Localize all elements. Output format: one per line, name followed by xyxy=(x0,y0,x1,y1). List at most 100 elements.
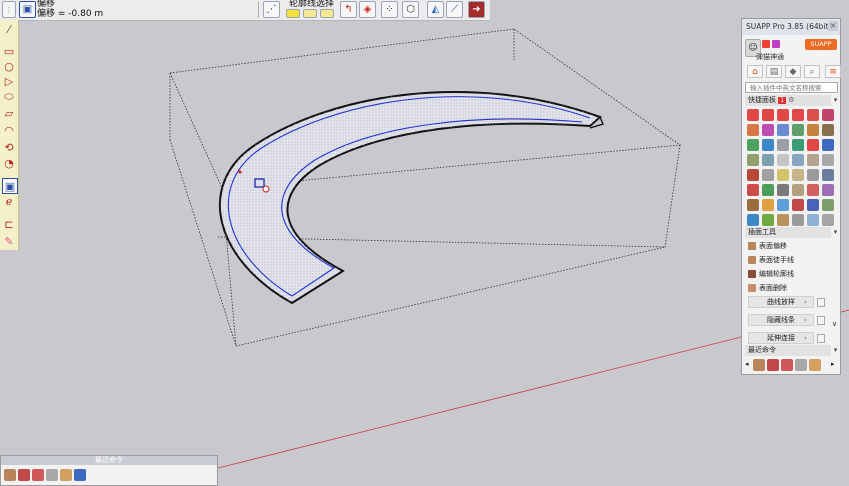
triangle-tool-icon[interactable]: ▷ xyxy=(2,74,16,88)
plugin-icon[interactable] xyxy=(777,139,789,151)
plugin-icon[interactable] xyxy=(747,154,759,166)
line-draw-icon[interactable]: ⟋ xyxy=(446,1,463,18)
plugin-icon[interactable] xyxy=(807,109,819,121)
menu-tab-icon[interactable]: ≡ xyxy=(825,65,841,78)
plugin-icon[interactable] xyxy=(777,154,789,166)
recent-command-icon[interactable] xyxy=(32,469,44,481)
plugin-icon[interactable] xyxy=(762,154,774,166)
search-tab-icon[interactable]: ⌕ xyxy=(804,65,820,78)
list-item[interactable]: 表面徒手线 xyxy=(748,254,794,266)
grip-icon[interactable]: ⋮ xyxy=(2,1,16,18)
triangle-face-icon[interactable]: ◭ xyxy=(427,1,444,18)
list-item[interactable]: 表面删除 xyxy=(748,282,787,294)
plugin-icon[interactable] xyxy=(762,184,774,196)
dashed-line-icon[interactable]: ⋰ xyxy=(263,1,280,18)
cube-icon[interactable]: ⬡ xyxy=(402,1,419,18)
plugin-icon[interactable] xyxy=(762,139,774,151)
recent-command-icon[interactable] xyxy=(753,359,765,371)
face-cut-icon[interactable]: ◈ xyxy=(359,1,376,18)
plugin-icon[interactable] xyxy=(807,139,819,151)
offset-tool-icon[interactable]: ▣ xyxy=(19,1,36,18)
plugin-icon[interactable] xyxy=(792,214,804,226)
plugin-search-input[interactable]: 输入插件中英文名称搜索 xyxy=(745,82,838,93)
plugin-icon[interactable] xyxy=(777,184,789,196)
move-points-icon[interactable]: ⁘ xyxy=(381,1,398,18)
plugin-icon[interactable] xyxy=(747,124,759,136)
plugin-icon[interactable] xyxy=(822,154,834,166)
plugin-icon[interactable] xyxy=(747,169,759,181)
scroll-down-icon[interactable]: ∨ xyxy=(830,319,839,330)
plugin-icon[interactable] xyxy=(747,184,759,196)
plugin-icon[interactable] xyxy=(762,109,774,121)
plugin-icon[interactable] xyxy=(747,214,759,226)
scroll-left-icon[interactable]: ◂ xyxy=(745,360,749,368)
plugin-icon[interactable] xyxy=(777,214,789,226)
user-name[interactable]: 弹猫神通 xyxy=(756,52,784,62)
plugin-icon[interactable] xyxy=(822,124,834,136)
offset-square-icon[interactable]: ▣ xyxy=(2,178,18,194)
recent-command-icon[interactable] xyxy=(781,359,793,371)
plugin-icon[interactable] xyxy=(807,169,819,181)
scene-canvas[interactable] xyxy=(0,0,849,486)
recent-commands-header[interactable]: 最近命令 xyxy=(745,345,831,356)
spiral-tool-icon[interactable]: ⟲ xyxy=(2,140,16,154)
chevron-down-icon[interactable]: ▾ xyxy=(831,345,840,356)
plugin-icon[interactable] xyxy=(747,109,759,121)
plugin-icon[interactable] xyxy=(777,124,789,136)
plugin-icon[interactable] xyxy=(807,199,819,211)
plugin-icon[interactable] xyxy=(792,184,804,196)
plugin-icon[interactable] xyxy=(762,199,774,211)
plugin-icon[interactable] xyxy=(822,139,834,151)
scroll-right-icon[interactable]: ▸ xyxy=(831,360,835,368)
plugin-icon[interactable] xyxy=(822,199,834,211)
quick-panel-header[interactable]: 快捷面板 1 ⚙ xyxy=(745,95,831,106)
close-icon[interactable]: × xyxy=(828,21,838,31)
plugin-icon[interactable] xyxy=(807,154,819,166)
pie-tool-icon[interactable]: ◔ xyxy=(2,156,16,170)
plugin-icon[interactable] xyxy=(822,184,834,196)
plugin-icon[interactable] xyxy=(747,139,759,151)
popout-icon[interactable] xyxy=(817,298,825,307)
collapse-icon[interactable]: ▾ xyxy=(831,95,840,106)
paint-tab-icon[interactable]: ◆ xyxy=(785,65,801,78)
plugin-icon[interactable] xyxy=(777,169,789,181)
plugin-icon[interactable] xyxy=(792,109,804,121)
home-tab-icon[interactable]: ⌂ xyxy=(747,65,763,78)
plugin-icon[interactable] xyxy=(822,169,834,181)
recent-command-icon[interactable] xyxy=(60,469,72,481)
face-tools-header[interactable]: 插面工具 xyxy=(745,227,831,238)
parallelogram-tool-icon[interactable]: ▱ xyxy=(2,106,16,120)
recent-command-icon[interactable] xyxy=(809,359,821,371)
popout-icon[interactable] xyxy=(817,334,825,343)
recent-command-icon[interactable] xyxy=(767,359,779,371)
recent-command-icon[interactable] xyxy=(4,469,16,481)
face-select-2-icon[interactable] xyxy=(320,9,334,18)
curve-tool-icon[interactable]: ℯ xyxy=(2,194,16,208)
arc-tool-icon[interactable]: ◠ xyxy=(2,123,16,137)
plugin-icon[interactable] xyxy=(762,124,774,136)
circle-tool-icon[interactable]: ○ xyxy=(2,59,16,73)
list-tab-icon[interactable]: ▤ xyxy=(766,65,782,78)
plugin-icon[interactable] xyxy=(762,214,774,226)
plugin-icon[interactable] xyxy=(807,214,819,226)
plugin-icon[interactable] xyxy=(792,199,804,211)
plugin-icon[interactable] xyxy=(777,109,789,121)
polyline-tool-icon[interactable]: ⊏ xyxy=(2,217,16,231)
plugin-icon[interactable] xyxy=(807,124,819,136)
popout-icon[interactable] xyxy=(817,316,825,325)
model-viewport[interactable] xyxy=(0,0,849,486)
plugin-icon[interactable] xyxy=(792,169,804,181)
eraser-tool-icon[interactable]: ✎ xyxy=(2,234,16,248)
list-item[interactable]: 表面偏移 xyxy=(748,240,787,252)
recent-command-icon[interactable] xyxy=(74,469,86,481)
plugin-icon[interactable] xyxy=(792,124,804,136)
plugin-icon[interactable] xyxy=(777,199,789,211)
rectangle-tool-icon[interactable]: ▭ xyxy=(2,44,16,58)
plugin-icon[interactable] xyxy=(792,139,804,151)
settings-icon[interactable]: ⚙ xyxy=(788,96,794,104)
line-tool-icon[interactable]: ⁄ xyxy=(2,22,16,36)
plugin-icon[interactable] xyxy=(762,169,774,181)
face-select-icon[interactable] xyxy=(303,9,317,18)
plugin-icon[interactable] xyxy=(807,184,819,196)
exit-icon[interactable]: ➜ xyxy=(468,1,485,18)
